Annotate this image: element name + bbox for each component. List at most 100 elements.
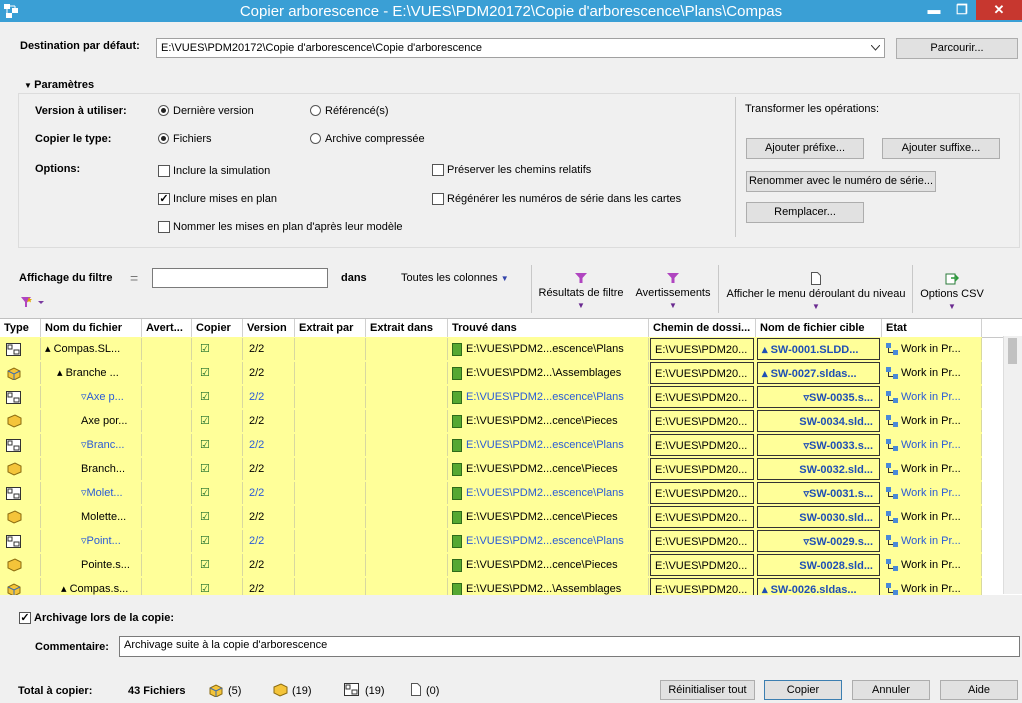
copy-checkbox[interactable]: ☑ bbox=[192, 554, 243, 576]
cell-target-name[interactable]: ▿SW-0031.s... bbox=[757, 482, 880, 504]
checkin-checkbox[interactable]: ✓ bbox=[19, 612, 31, 624]
radio-files[interactable] bbox=[158, 133, 169, 144]
browse-button[interactable]: Parcourir... bbox=[896, 38, 1018, 59]
close-button[interactable]: ✕ bbox=[976, 0, 1022, 20]
col-folder-path[interactable]: Chemin de dossi... bbox=[649, 319, 756, 337]
col-version[interactable]: Version bbox=[243, 319, 295, 337]
regenerate-serials-checkbox[interactable] bbox=[432, 193, 444, 205]
level-menu-button[interactable]: Afficher le menu déroulant du niveau ▼ bbox=[724, 272, 908, 312]
cell-filename[interactable]: ▿Axe p... bbox=[41, 386, 142, 408]
table-row[interactable]: Branch... ☑ 2/2 E:\VUES\PDM2...cence\Pieces… bbox=[0, 457, 982, 481]
cell-filename[interactable]: Pointe.s... bbox=[41, 554, 142, 576]
filter-tool-button[interactable] bbox=[20, 296, 44, 311]
cell-target-name[interactable]: SW-0030.sld... bbox=[757, 506, 880, 528]
cell-target-name[interactable]: SW-0028.sld... bbox=[757, 554, 880, 576]
scrollbar-thumb[interactable] bbox=[1008, 338, 1017, 364]
cell-folder-path[interactable]: E:\VUES\PDM20... bbox=[650, 578, 754, 595]
comment-input[interactable]: Archivage suite à la copie d'arborescenc… bbox=[119, 636, 1020, 657]
cell-folder-path[interactable]: E:\VUES\PDM20... bbox=[650, 458, 754, 480]
cell-target-name[interactable]: ▴ SW-0026.sldas... bbox=[757, 578, 880, 595]
cell-folder-path[interactable]: E:\VUES\PDM20... bbox=[650, 434, 754, 456]
rename-serial-button[interactable]: Renommer avec le numéro de série... bbox=[746, 171, 936, 192]
cell-filename[interactable]: Axe por... bbox=[41, 410, 142, 432]
cell-filename[interactable]: ▴ Compas.SL... bbox=[41, 338, 142, 360]
filter-results-button[interactable]: Résultats de filtre ▼ bbox=[537, 272, 625, 311]
table-row[interactable]: ▿Branc... ☑ 2/2 E:\VUES\PDM2...escence\Plan… bbox=[0, 433, 982, 457]
cell-filename[interactable]: Molette... bbox=[41, 506, 142, 528]
cell-target-name[interactable]: SW-0034.sld... bbox=[757, 410, 880, 432]
cell-folder-path[interactable]: E:\VUES\PDM20... bbox=[650, 482, 754, 504]
copy-button[interactable]: Copier bbox=[764, 680, 842, 700]
cell-folder-path[interactable]: E:\VUES\PDM20... bbox=[650, 506, 754, 528]
filter-input[interactable] bbox=[152, 268, 328, 288]
maximize-button[interactable]: ❐ bbox=[948, 0, 976, 20]
radio-referenced[interactable] bbox=[310, 105, 321, 116]
cell-folder-path[interactable]: E:\VUES\PDM20... bbox=[650, 386, 754, 408]
copy-checkbox[interactable]: ☑ bbox=[192, 410, 243, 432]
copy-checkbox[interactable]: ☑ bbox=[192, 434, 243, 456]
cell-folder-path[interactable]: E:\VUES\PDM20... bbox=[650, 410, 754, 432]
col-target-name[interactable]: Nom de fichier cible bbox=[756, 319, 882, 337]
add-prefix-button[interactable]: Ajouter préfixe... bbox=[746, 138, 864, 159]
table-row[interactable]: ▴ Compas.SL... ☑ 2/2 E:\VUES\PDM2...escence… bbox=[0, 337, 982, 361]
copy-checkbox[interactable]: ☑ bbox=[192, 362, 243, 384]
col-found-in[interactable]: Trouvé dans bbox=[448, 319, 649, 337]
cell-filename[interactable]: ▴ Compas.s... bbox=[41, 578, 142, 595]
copy-checkbox[interactable]: ☑ bbox=[192, 506, 243, 528]
include-drawings-checkbox[interactable]: ✓ bbox=[158, 193, 170, 205]
preserve-relative-checkbox[interactable] bbox=[432, 164, 444, 176]
cell-target-name[interactable]: ▿SW-0029.s... bbox=[757, 530, 880, 552]
cell-filename[interactable]: ▿Molet... bbox=[41, 482, 142, 504]
cell-filename[interactable]: ▴ Branche ... bbox=[41, 362, 142, 384]
grid-scrollbar[interactable] bbox=[1003, 336, 1022, 594]
copy-checkbox[interactable]: ☑ bbox=[192, 530, 243, 552]
filter-columns-dropdown[interactable]: Toutes les colonnes ▼ bbox=[401, 272, 509, 284]
minimize-button[interactable]: ▬ bbox=[920, 0, 948, 20]
cell-target-name[interactable]: ▴ SW-0027.sldas... bbox=[757, 362, 880, 384]
cell-target-name[interactable]: ▿SW-0035.s... bbox=[757, 386, 880, 408]
col-warning[interactable]: Avert... bbox=[142, 319, 192, 337]
warnings-button[interactable]: Avertissements ▼ bbox=[633, 272, 713, 311]
copy-checkbox[interactable]: ☑ bbox=[192, 482, 243, 504]
copy-checkbox[interactable]: ☑ bbox=[192, 458, 243, 480]
name-drawings-checkbox[interactable] bbox=[158, 221, 170, 233]
col-type[interactable]: Type bbox=[0, 319, 41, 337]
cell-filename[interactable]: ▿Branc... bbox=[41, 434, 142, 456]
cancel-button[interactable]: Annuler bbox=[852, 680, 930, 700]
col-checked-by[interactable]: Extrait par bbox=[295, 319, 366, 337]
table-row[interactable]: ▿Point... ☑ 2/2 E:\VUES\PDM2...escence\Plan… bbox=[0, 529, 982, 553]
cell-target-name[interactable]: ▿SW-0033.s... bbox=[757, 434, 880, 456]
destination-combo[interactable]: E:\VUES\PDM20172\Copie d'arborescence\Co… bbox=[156, 38, 885, 58]
cell-folder-path[interactable]: E:\VUES\PDM20... bbox=[650, 338, 754, 360]
copy-checkbox[interactable]: ☑ bbox=[192, 338, 243, 360]
table-row[interactable]: ▿Axe p... ☑ 2/2 E:\VUES\PDM2...escence\Plan… bbox=[0, 385, 982, 409]
table-row[interactable]: ▴ Compas.s... ☑ 2/2 E:\VUES\PDM2...\Assembl… bbox=[0, 577, 982, 595]
cell-target-name[interactable]: ▴ SW-0001.SLDD... bbox=[757, 338, 880, 360]
csv-options-button[interactable]: Options CSV ▼ bbox=[918, 272, 986, 312]
radio-latest-version[interactable] bbox=[158, 105, 169, 116]
radio-archive[interactable] bbox=[310, 133, 321, 144]
copy-checkbox[interactable]: ☑ bbox=[192, 578, 243, 595]
cell-filename[interactable]: ▿Point... bbox=[41, 530, 142, 552]
table-row[interactable]: Axe por... ☑ 2/2 E:\VUES\PDM2...cence\Piece… bbox=[0, 409, 982, 433]
include-simulation-checkbox[interactable] bbox=[158, 165, 170, 177]
add-suffix-button[interactable]: Ajouter suffixe... bbox=[882, 138, 1000, 159]
copy-checkbox[interactable]: ☑ bbox=[192, 386, 243, 408]
col-checked-in[interactable]: Extrait dans bbox=[366, 319, 448, 337]
parametres-header[interactable]: ▼ Paramètres bbox=[24, 79, 99, 91]
table-row[interactable]: Pointe.s... ☑ 2/2 E:\VUES\PDM2...cence\Piec… bbox=[0, 553, 982, 577]
reset-all-button[interactable]: Réinitialiser tout bbox=[660, 680, 755, 700]
cell-folder-path[interactable]: E:\VUES\PDM20... bbox=[650, 530, 754, 552]
cell-filename[interactable]: Branch... bbox=[41, 458, 142, 480]
cell-folder-path[interactable]: E:\VUES\PDM20... bbox=[650, 362, 754, 384]
file-grid[interactable]: Type Nom du fichier Avert... Copier Vers… bbox=[0, 318, 1022, 595]
table-row[interactable]: Molette... ☑ 2/2 E:\VUES\PDM2...cence\Piece… bbox=[0, 505, 982, 529]
cell-folder-path[interactable]: E:\VUES\PDM20... bbox=[650, 554, 754, 576]
col-copy[interactable]: Copier bbox=[192, 319, 243, 337]
cell-target-name[interactable]: SW-0032.sld... bbox=[757, 458, 880, 480]
table-row[interactable]: ▴ Branche ... ☑ 2/2 E:\VUES\PDM2...\Assembl… bbox=[0, 361, 982, 385]
replace-button[interactable]: Remplacer... bbox=[746, 202, 864, 223]
col-filename[interactable]: Nom du fichier bbox=[41, 319, 142, 337]
col-state[interactable]: Etat bbox=[882, 319, 982, 337]
table-row[interactable]: ▿Molet... ☑ 2/2 E:\VUES\PDM2...escence\Plan… bbox=[0, 481, 982, 505]
